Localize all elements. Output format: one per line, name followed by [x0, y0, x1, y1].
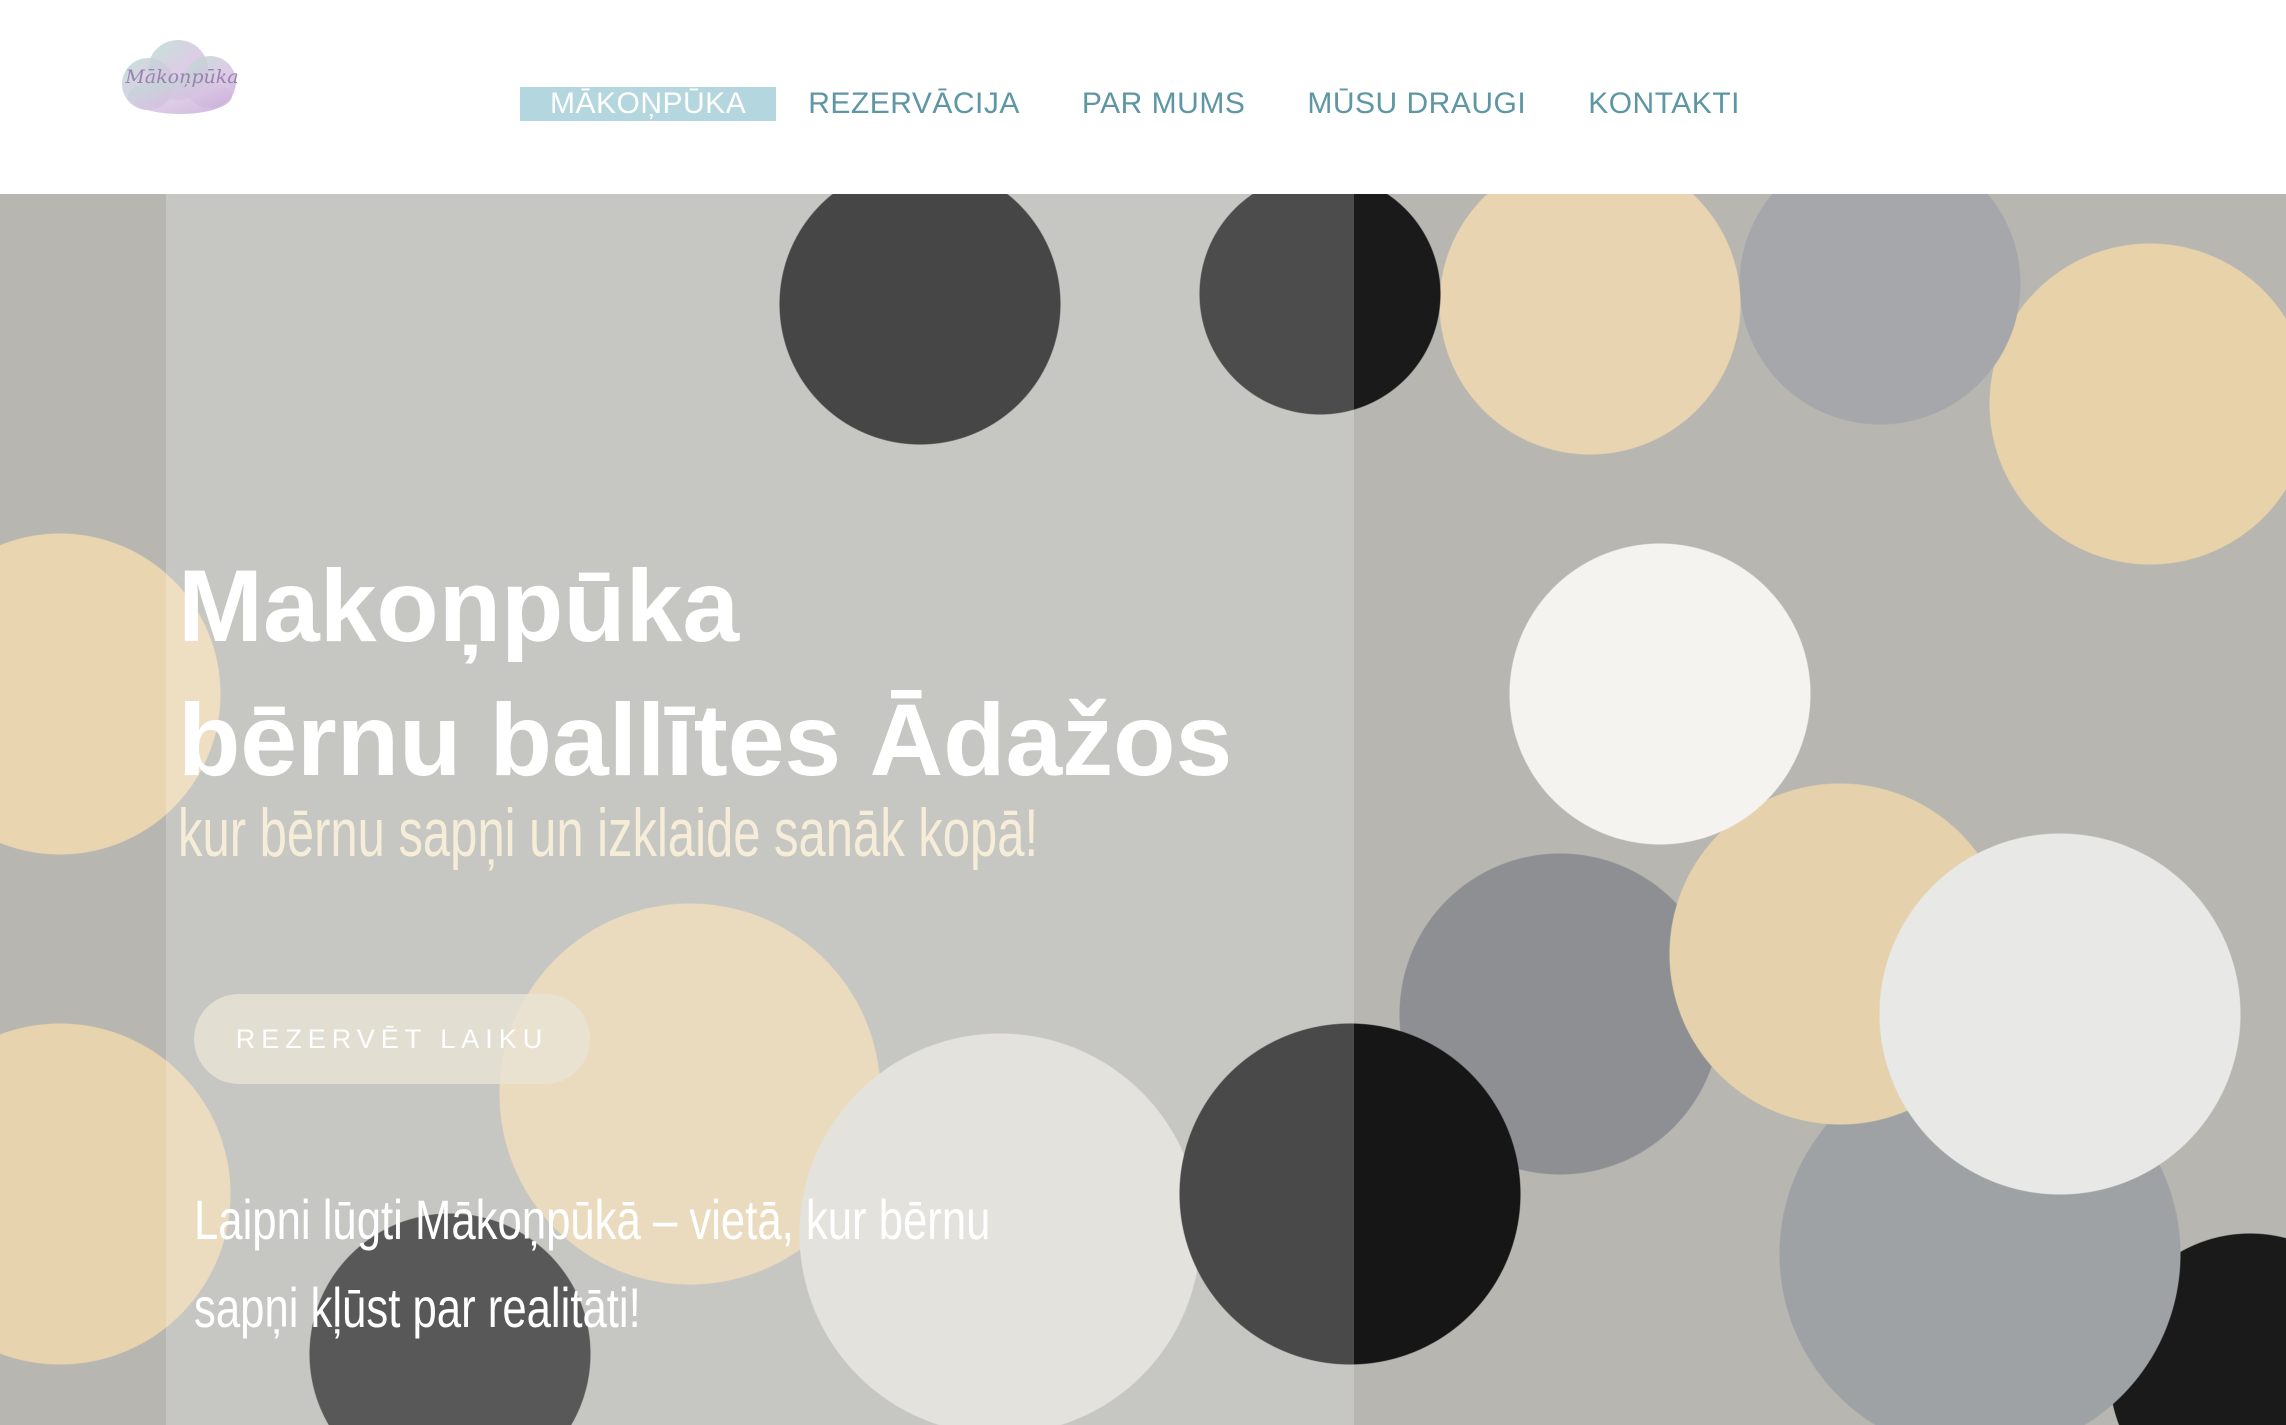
hero-title-line1: Makoņpūka [178, 549, 740, 663]
nav-item-rezervacija[interactable]: REZERVĀCIJA [808, 87, 1020, 121]
nav-item-makonpuka[interactable]: MĀKOŅPŪKA [520, 87, 777, 121]
logo-text: Mākoņpūka [125, 66, 239, 88]
hero-title: Makoņpūka bērnu ballītes Ādažos [178, 539, 1378, 807]
hero-title-line2: bērnu ballītes Ādažos [178, 683, 1233, 797]
welcome-text: Laipni lūgti Mākoņpūkā – vietā, kur bērn… [194, 1188, 991, 1339]
main-nav: MĀKOŅPŪKA REZERVĀCIJA PAR MUMS MŪSU DRAU… [520, 86, 1802, 122]
hero-subtitle: kur bērnu sapņi un izklaide sanāk kopā! [178, 795, 1039, 871]
site-logo[interactable]: Mākoņpūka [112, 32, 248, 122]
nav-item-musu-draugi[interactable]: MŪSU DRAUGI [1307, 87, 1526, 121]
site-header: Mākoņpūka MĀKOŅPŪKA REZERVĀCIJA PAR MUMS… [0, 0, 2286, 194]
book-time-button[interactable]: REZERVĒT LAIKU [194, 994, 590, 1084]
hero-section: Makoņpūka bērnu ballītes Ādažos kur bērn… [0, 194, 2286, 1425]
nav-item-kontakti[interactable]: KONTAKTI [1588, 87, 1740, 121]
nav-item-par-mums[interactable]: PAR MUMS [1082, 87, 1245, 121]
